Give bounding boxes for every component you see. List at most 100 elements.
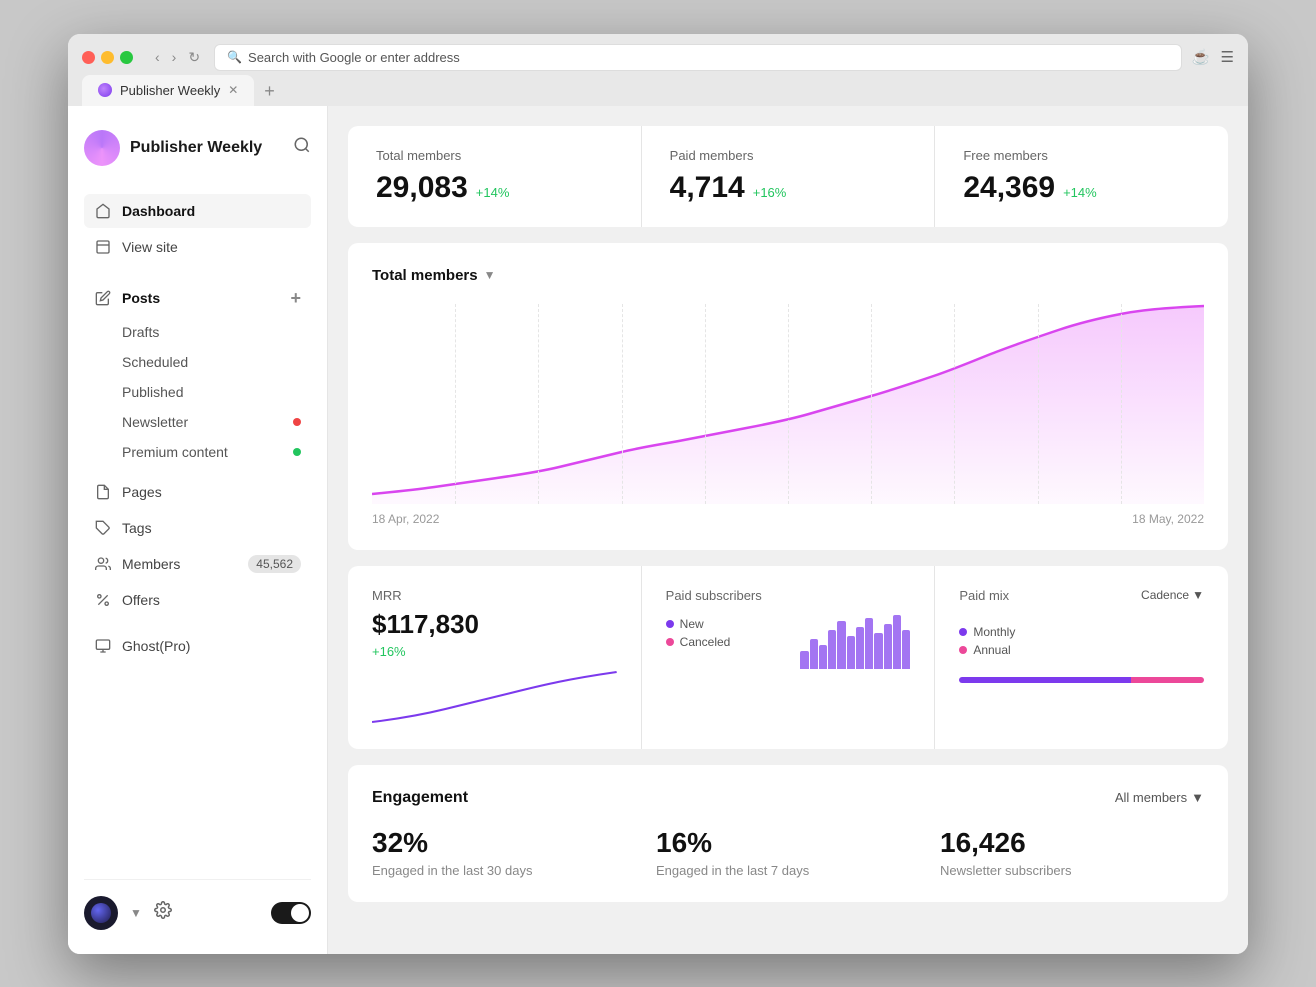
chart-card: Total members ▼ (348, 243, 1228, 550)
forward-button[interactable]: › (168, 47, 181, 68)
total-members-card: Total members 29,083 +14% (348, 126, 641, 227)
bar (819, 645, 827, 669)
bar (902, 630, 910, 669)
sidebar: Publisher Weekly Dashboard (68, 106, 328, 954)
mrr-card: MRR $117,830 +16% (348, 566, 641, 749)
posts-icon (94, 289, 112, 307)
minimize-button[interactable] (101, 51, 114, 64)
tags-icon (94, 519, 112, 537)
grid-line (705, 304, 706, 504)
maximize-button[interactable] (120, 51, 133, 64)
paid-members-label: Paid members (670, 148, 907, 163)
engagement-stat-2-label: Engaged in the last 7 days (656, 863, 920, 878)
sidebar-item-ghost-pro[interactable]: Ghost(Pro) (84, 629, 311, 663)
chart-title: Total members (372, 267, 478, 284)
main-content: Total members 29,083 +14% Paid members 4… (328, 106, 1248, 954)
reload-button[interactable]: ↻ (184, 47, 204, 68)
all-members-button[interactable]: All members ▼ (1115, 790, 1204, 805)
address-bar-text: Search with Google or enter address (248, 50, 460, 65)
stats-row: Total members 29,083 +14% Paid members 4… (348, 126, 1228, 227)
sidebar-item-premium-content[interactable]: Premium content (84, 437, 311, 467)
new-tab-button[interactable]: + (256, 77, 283, 106)
sidebar-posts-label: Posts (122, 290, 160, 306)
sidebar-item-dashboard[interactable]: Dashboard (84, 194, 311, 228)
grid-line (538, 304, 539, 504)
sidebar-item-scheduled[interactable]: Scheduled (84, 347, 311, 377)
paid-subscribers-label: Paid subscribers (666, 588, 911, 603)
engagement-stat-3: 16,426 Newsletter subscribers (940, 827, 1204, 878)
sidebar-item-pages[interactable]: Pages (84, 475, 311, 509)
grid-line (455, 304, 456, 504)
free-members-label: Free members (963, 148, 1200, 163)
mrr-value: $117,830 (372, 609, 617, 640)
bar-group (800, 609, 910, 669)
settings-button[interactable] (154, 901, 172, 924)
tab-favicon (98, 83, 112, 97)
new-label: New (680, 617, 704, 631)
view-site-icon (94, 238, 112, 256)
back-button[interactable]: ‹ (151, 47, 164, 68)
toggle-knob (291, 904, 309, 922)
search-button[interactable] (293, 136, 311, 159)
avatar-image (91, 903, 111, 923)
bar (884, 624, 892, 669)
bottom-stats-row: MRR $117,830 +16% Paid subscribers (348, 566, 1228, 749)
engagement-stat-1-value: 32% (372, 827, 636, 859)
add-post-button[interactable]: + (290, 288, 301, 309)
engagement-card: Engagement All members ▼ 32% Engaged in … (348, 765, 1228, 902)
members-icon (94, 555, 112, 573)
sidebar-title: Publisher Weekly (130, 139, 262, 157)
shield-icon: ☕ (1192, 48, 1211, 66)
engagement-stat-3-value: 16,426 (940, 827, 1204, 859)
sidebar-item-members[interactable]: Members 45,562 (84, 547, 311, 581)
dark-mode-toggle[interactable] (271, 902, 311, 924)
paid-mix-header: Paid mix Cadence ▼ (959, 588, 1204, 609)
browser-tab[interactable]: Publisher Weekly ✕ (82, 75, 254, 106)
menu-icon[interactable]: ☰ (1221, 48, 1234, 66)
sidebar-ghost-pro-label: Ghost(Pro) (122, 638, 190, 654)
user-menu-chevron[interactable]: ▼ (130, 906, 142, 920)
grid-line (1038, 304, 1039, 504)
user-avatar[interactable] (84, 896, 118, 930)
monthly-label: Monthly (973, 625, 1015, 639)
sidebar-logo-area[interactable]: Publisher Weekly (84, 130, 262, 166)
ghost-pro-icon (94, 637, 112, 655)
sidebar-item-posts[interactable]: Posts + (84, 280, 311, 317)
grid-line (871, 304, 872, 504)
sidebar-offers-label: Offers (122, 592, 160, 608)
canceled-legend: Canceled (666, 635, 731, 649)
sidebar-item-drafts[interactable]: Drafts (84, 317, 311, 347)
address-bar[interactable]: 🔍 Search with Google or enter address (214, 44, 1182, 71)
total-members-value: 29,083 (376, 171, 468, 205)
sidebar-newsletter-label: Newsletter (122, 414, 188, 430)
paid-members-change: +16% (753, 185, 787, 200)
close-button[interactable] (82, 51, 95, 64)
annual-label: Annual (973, 643, 1010, 657)
canceled-label: Canceled (680, 635, 731, 649)
members-badge: 45,562 (248, 555, 301, 573)
sidebar-scheduled-label: Scheduled (122, 354, 188, 370)
sidebar-item-offers[interactable]: Offers (84, 583, 311, 617)
bar (865, 618, 873, 669)
chart-header[interactable]: Total members ▼ (372, 267, 1204, 284)
sidebar-item-published[interactable]: Published (84, 377, 311, 407)
annual-legend: Annual (959, 643, 1204, 657)
logo-icon (84, 130, 120, 166)
all-members-chevron-icon: ▼ (1191, 790, 1204, 805)
engagement-stats: 32% Engaged in the last 30 days 16% Enga… (372, 827, 1204, 878)
sidebar-footer: ▼ (84, 879, 311, 930)
sidebar-item-view-site[interactable]: View site (84, 230, 311, 264)
annual-dot (959, 646, 967, 654)
paid-subscribers-card: Paid subscribers New Canceled (642, 566, 935, 749)
sidebar-published-label: Published (122, 384, 184, 400)
sidebar-item-view-site-label: View site (122, 239, 178, 255)
tab-close-button[interactable]: ✕ (228, 83, 238, 97)
sidebar-item-tags[interactable]: Tags (84, 511, 311, 545)
pages-icon (94, 483, 112, 501)
free-members-value: 24,369 (963, 171, 1055, 205)
mix-bar-monthly (959, 677, 1130, 683)
engagement-header: Engagement All members ▼ (372, 789, 1204, 807)
sidebar-item-dashboard-label: Dashboard (122, 203, 195, 219)
sidebar-item-newsletter[interactable]: Newsletter (84, 407, 311, 437)
cadence-button[interactable]: Cadence ▼ (1141, 588, 1204, 602)
